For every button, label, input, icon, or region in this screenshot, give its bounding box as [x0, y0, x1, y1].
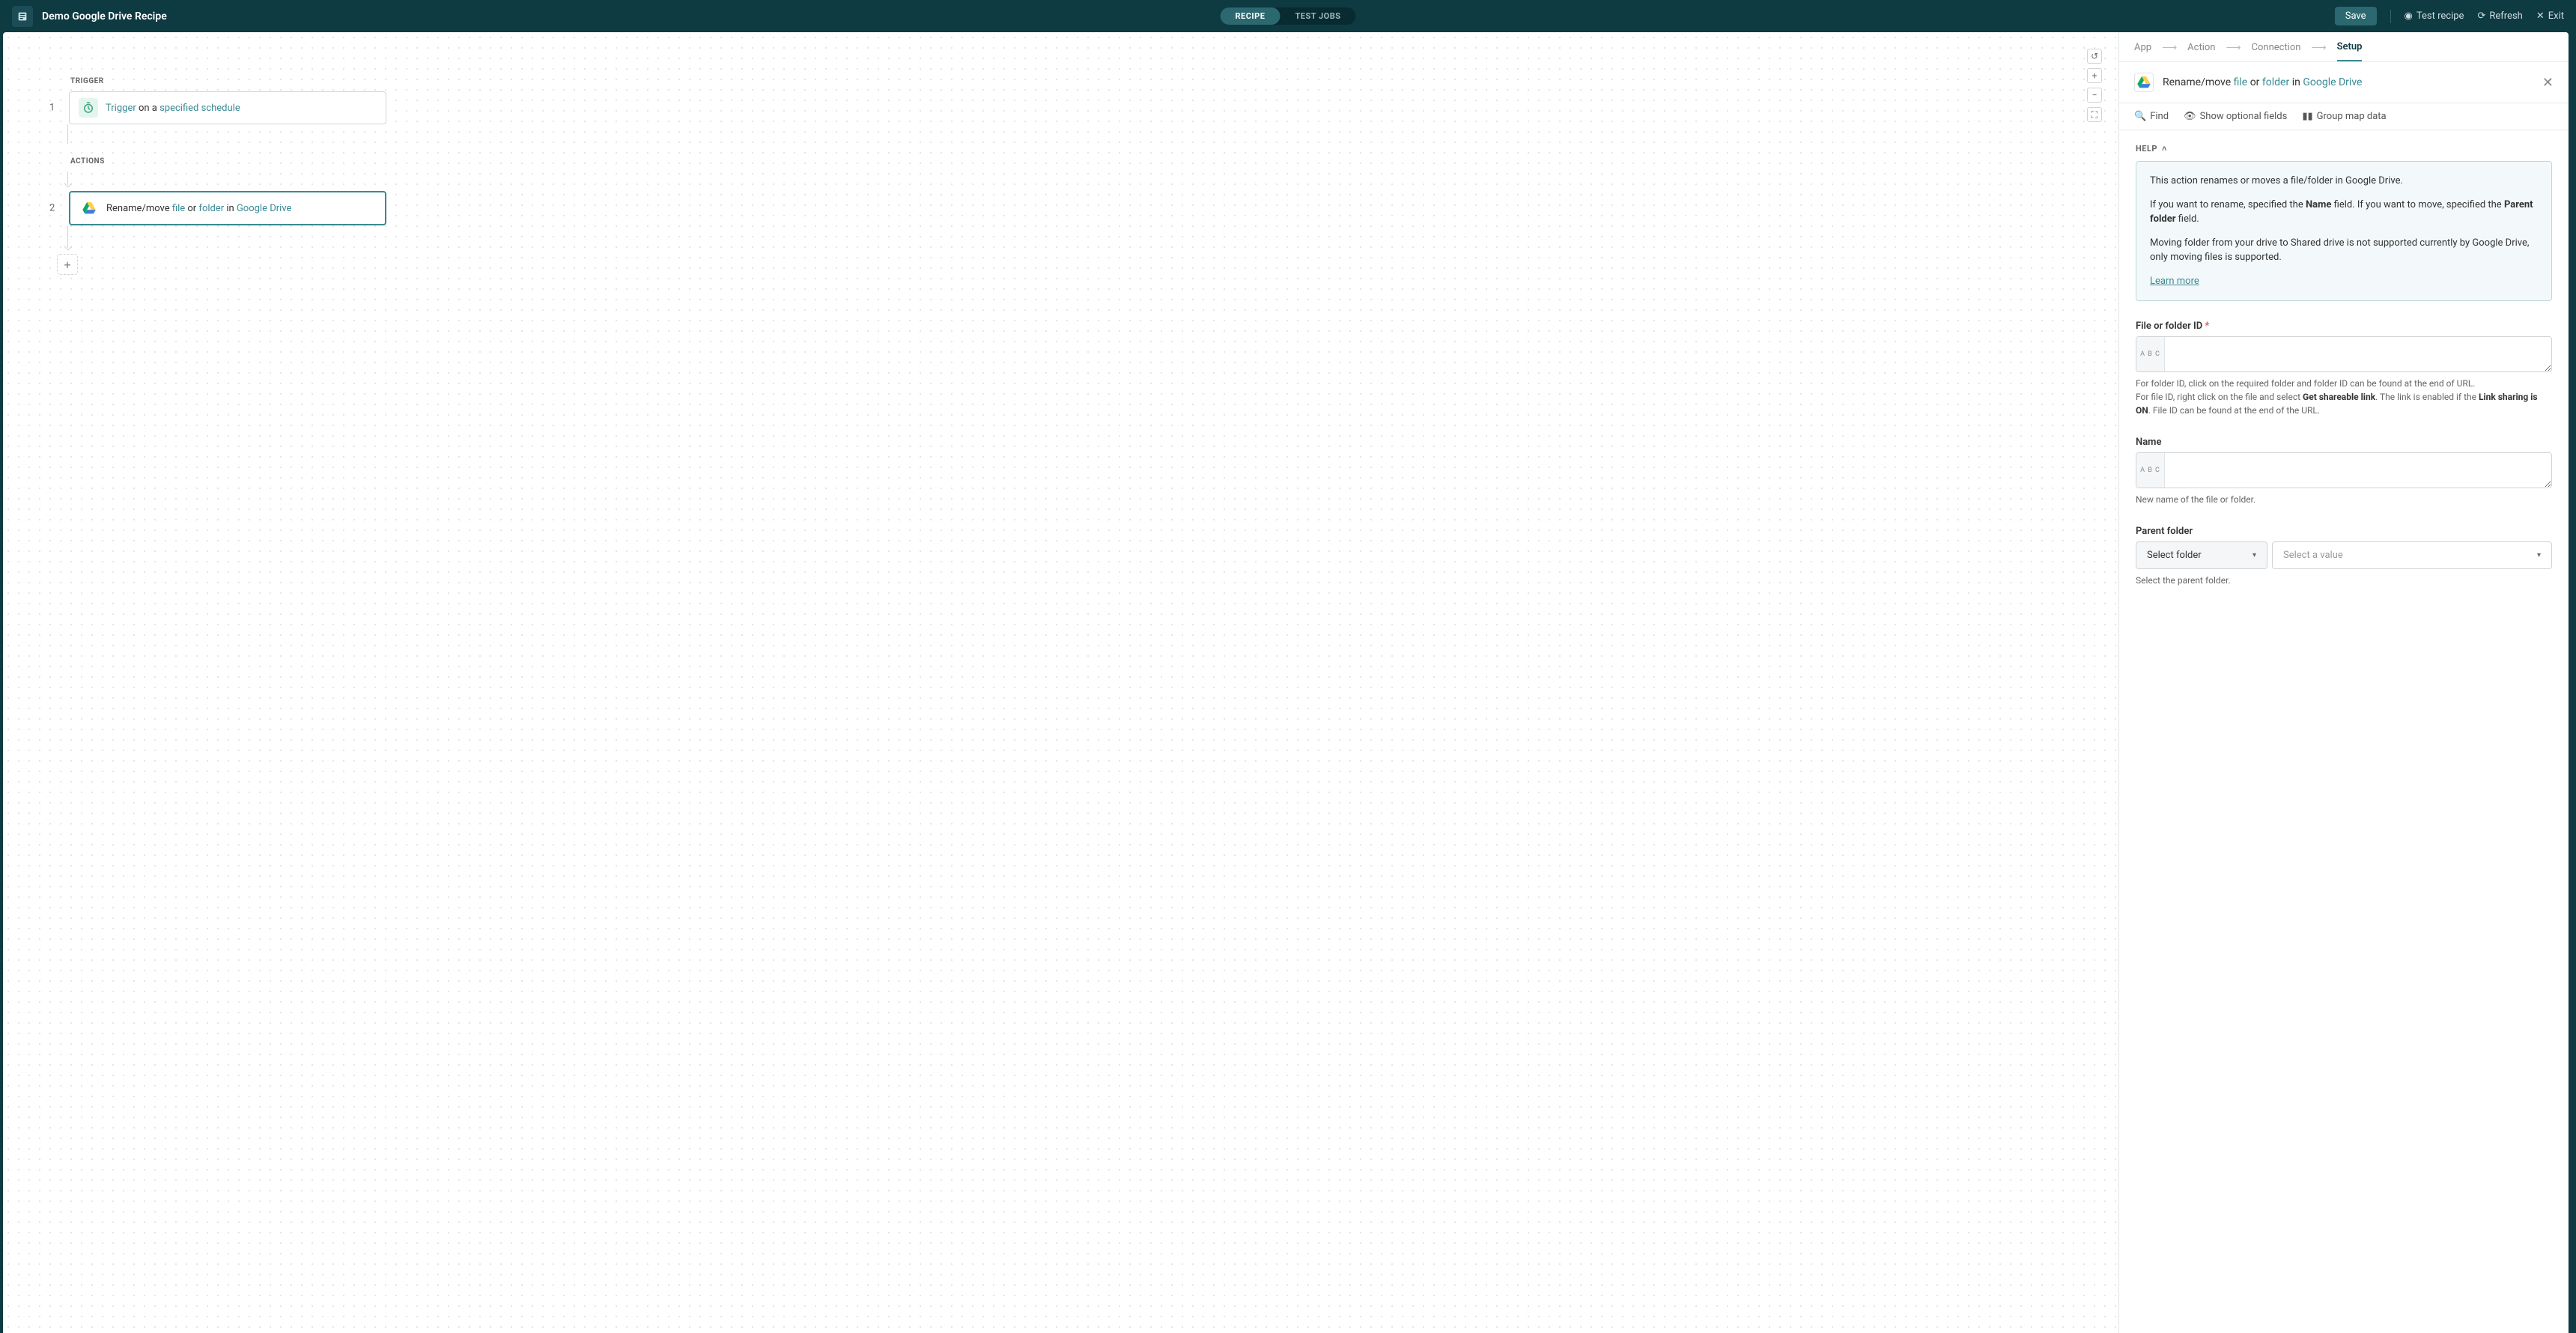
eye-icon: 👁: [2184, 111, 2196, 122]
trigger-step-card[interactable]: Trigger on a specified schedule: [69, 91, 386, 124]
reset-zoom-button[interactable]: ↺: [2087, 49, 2102, 64]
zoom-in-button[interactable]: +: [2087, 68, 2102, 83]
crumb-setup[interactable]: Setup: [2337, 41, 2363, 61]
schedule-icon: [79, 98, 98, 118]
tab-switch: RECIPE TEST JOBS: [1221, 7, 1356, 25]
chevron-up-icon: ˄: [2162, 144, 2167, 154]
save-button[interactable]: Save: [2335, 7, 2377, 25]
action-step-card[interactable]: Rename/move file or folder in Google Dri…: [69, 191, 386, 225]
exit-button[interactable]: ✕ Exit: [2536, 10, 2564, 22]
name-label: Name: [2136, 437, 2552, 448]
step-number: 1: [49, 103, 55, 114]
chevron-right-icon: ⟶: [2226, 42, 2241, 61]
search-icon: 🔍: [2134, 111, 2146, 122]
file-id-input[interactable]: [2165, 337, 2551, 371]
help-box: This action renames or moves a file/fold…: [2136, 161, 2552, 301]
group-map-button[interactable]: ▮▮Group map data: [2302, 111, 2386, 122]
refresh-icon: ⟳: [2477, 10, 2485, 22]
recipe-icon: [12, 6, 33, 27]
text-type-icon: A B C: [2136, 337, 2165, 371]
play-icon: ◉: [2405, 10, 2413, 22]
close-icon: ✕: [2536, 10, 2545, 22]
show-optional-button[interactable]: 👁Show optional fields: [2184, 111, 2287, 122]
chevron-right-icon: ⟶: [2162, 42, 2177, 61]
close-panel-button[interactable]: ✕: [2542, 75, 2554, 91]
setup-panel: App ⟶ Action ⟶ Connection ⟶ Setup Rename…: [2119, 32, 2569, 1333]
tab-recipe[interactable]: RECIPE: [1221, 7, 1281, 25]
panel-title: Rename/move file or folder in Google Dri…: [2163, 76, 2362, 88]
crumb-connection[interactable]: Connection: [2252, 42, 2301, 61]
file-id-help: For folder ID, click on the required fol…: [2136, 377, 2552, 417]
tab-test-jobs[interactable]: TEST JOBS: [1280, 7, 1355, 25]
group-icon: ▮▮: [2302, 111, 2312, 122]
google-drive-icon: [2134, 73, 2154, 92]
chevron-down-icon: ▾: [2537, 551, 2541, 559]
google-drive-icon: [79, 198, 99, 218]
help-toggle[interactable]: HELP˄: [2136, 144, 2552, 154]
step-number: 2: [49, 203, 55, 214]
refresh-button[interactable]: ⟳ Refresh: [2477, 10, 2522, 22]
parent-folder-help: Select the parent folder.: [2136, 574, 2552, 587]
topbar: Demo Google Drive Recipe RECIPE TEST JOB…: [0, 0, 2576, 32]
chevron-right-icon: ⟶: [2312, 42, 2327, 61]
trigger-step-text: Trigger on a specified schedule: [106, 103, 240, 114]
name-help: New name of the file or folder.: [2136, 493, 2552, 506]
crumb-app[interactable]: App: [2134, 42, 2151, 61]
chevron-down-icon: ▾: [2253, 551, 2256, 559]
file-id-label: File or folder ID *: [2136, 321, 2552, 332]
action-step-text: Rename/move file or folder in Google Dri…: [106, 203, 291, 214]
name-input[interactable]: [2165, 453, 2551, 488]
test-recipe-button[interactable]: ◉ Test recipe: [2405, 10, 2464, 22]
find-button[interactable]: 🔍Find: [2134, 111, 2169, 122]
recipe-canvas[interactable]: ↺ + − ⛶ TRIGGER 1 Trigger on a specified…: [3, 32, 2119, 1333]
add-step-button[interactable]: +: [57, 254, 78, 275]
crumb-action[interactable]: Action: [2187, 42, 2215, 61]
learn-more-link[interactable]: Learn more: [2150, 276, 2199, 287]
breadcrumb: App ⟶ Action ⟶ Connection ⟶ Setup: [2119, 32, 2569, 62]
actions-section-label: ACTIONS: [70, 157, 2118, 166]
select-folder-dropdown[interactable]: Select folder▾: [2136, 541, 2267, 569]
trigger-section-label: TRIGGER: [70, 77, 2118, 85]
text-type-icon: A B C: [2136, 453, 2165, 488]
parent-folder-label: Parent folder: [2136, 526, 2552, 537]
recipe-title: Demo Google Drive Recipe: [42, 10, 167, 22]
select-value-dropdown[interactable]: Select a value▾: [2272, 541, 2552, 569]
